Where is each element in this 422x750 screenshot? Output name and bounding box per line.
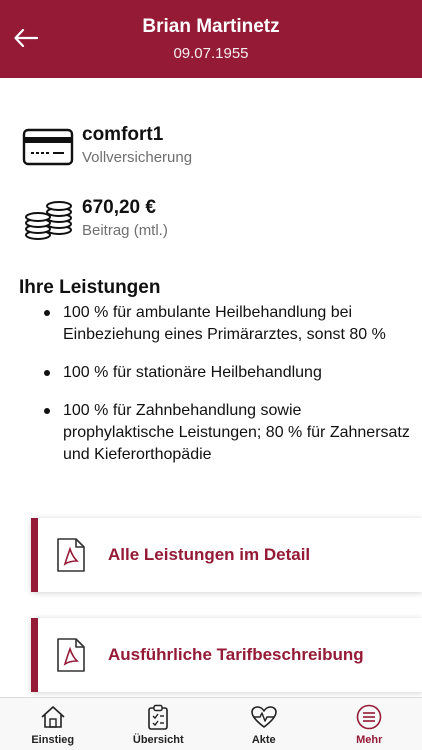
tab-einstieg[interactable]: Einstieg xyxy=(0,698,106,750)
premium-row: 670,20 € Beitrag (mtl.) xyxy=(22,197,168,243)
coins-icon xyxy=(22,197,74,243)
tab-label: Mehr xyxy=(356,734,383,746)
tariff-description-label: Ausführliche Tarifbeschreibung xyxy=(108,645,364,664)
credit-card-icon xyxy=(22,124,74,170)
tab-label: Akte xyxy=(251,734,276,746)
premium-label: Beitrag (mtl.) xyxy=(82,222,168,239)
benefits-title: Ihre Leistungen xyxy=(19,277,161,298)
benefit-item: 100 % für Zahnbehandlung sowie prophylak… xyxy=(40,400,412,466)
tab-uebersicht[interactable]: Übersicht xyxy=(106,698,212,750)
birth-date: 09.07.1955 xyxy=(173,45,249,62)
clipboard-icon xyxy=(144,704,172,730)
premium-amount: 670,20 € xyxy=(82,197,156,218)
app-header: Brian Martinetz 09.07.1955 xyxy=(0,0,422,78)
benefit-item: 100 % für stationäre Heilbehandlung xyxy=(40,362,412,384)
tab-label: Übersicht xyxy=(132,734,184,746)
pdf-icon xyxy=(57,538,85,572)
tab-akte[interactable]: Akte xyxy=(211,698,317,750)
tab-mehr[interactable]: Mehr xyxy=(317,698,422,750)
tariff-name: comfort1 xyxy=(82,124,164,145)
heart-pulse-icon xyxy=(250,704,278,730)
tariff-row: comfort1 Vollversicherung xyxy=(22,124,192,170)
benefits-list: 100 % für ambulante Heilbehandlung bei E… xyxy=(40,302,412,482)
tariff-type: Vollversicherung xyxy=(82,149,193,166)
menu-icon xyxy=(355,704,383,730)
tab-label: Einstieg xyxy=(31,734,75,746)
patient-name: Brian Martinetz xyxy=(142,16,280,37)
all-benefits-button[interactable]: Alle Leistungen im Detail xyxy=(31,518,422,592)
tariff-description-button[interactable]: Ausführliche Tarifbeschreibung xyxy=(31,618,422,692)
tab-bar: Einstieg Übersicht Akte Mehr xyxy=(0,697,422,750)
benefit-item: 100 % für ambulante Heilbehandlung bei E… xyxy=(40,302,412,346)
all-benefits-label: Alle Leistungen im Detail xyxy=(108,545,311,564)
home-icon xyxy=(39,704,67,730)
pdf-icon xyxy=(57,638,85,672)
